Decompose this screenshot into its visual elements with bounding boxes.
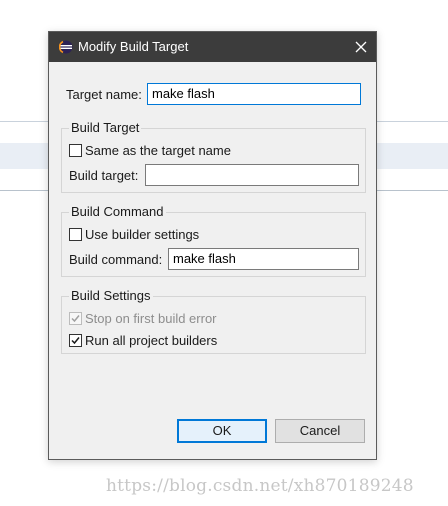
modify-build-target-dialog: Modify Build Target Target name: make fl… [48, 31, 377, 460]
build-settings-group: Build Settings Stop on first build error… [61, 288, 366, 354]
build-command-group: Build Command Use builder settings Build… [61, 204, 366, 277]
same-as-target-name-checkbox[interactable] [69, 144, 82, 157]
cancel-button[interactable]: Cancel [275, 419, 365, 443]
use-builder-settings-checkbox[interactable] [69, 228, 82, 241]
watermark-text: https://blog.csdn.net/xh870189248 [106, 476, 414, 496]
ok-button[interactable]: OK [177, 419, 267, 443]
same-as-target-name-label: Same as the target name [85, 143, 231, 158]
target-name-label: Target name: [66, 87, 142, 102]
stop-on-first-error-checkbox [69, 312, 82, 325]
build-target-group-title: Build Target [69, 120, 142, 135]
stop-on-first-error-label: Stop on first build error [85, 311, 217, 326]
build-command-field[interactable]: make flash [168, 248, 359, 270]
dialog-titlebar[interactable]: Modify Build Target [49, 32, 376, 62]
checkmark-icon [71, 337, 80, 345]
build-command-group-title: Build Command [69, 204, 166, 219]
use-builder-settings-label: Use builder settings [85, 227, 200, 242]
target-name-field[interactable]: make flash [147, 83, 361, 105]
close-icon [355, 41, 367, 53]
build-target-label: Build target: [69, 168, 139, 183]
dialog-title: Modify Build Target [78, 39, 189, 54]
build-settings-group-title: Build Settings [69, 288, 153, 303]
build-target-group: Build Target Same as the target name Bui… [61, 120, 366, 193]
eclipse-icon [58, 40, 73, 54]
run-all-builders-label: Run all project builders [85, 333, 218, 348]
build-target-field[interactable] [145, 164, 359, 186]
close-button[interactable] [346, 32, 376, 62]
checkmark-icon [71, 315, 80, 323]
build-command-label: Build command: [69, 252, 163, 267]
run-all-builders-checkbox[interactable] [69, 334, 82, 347]
